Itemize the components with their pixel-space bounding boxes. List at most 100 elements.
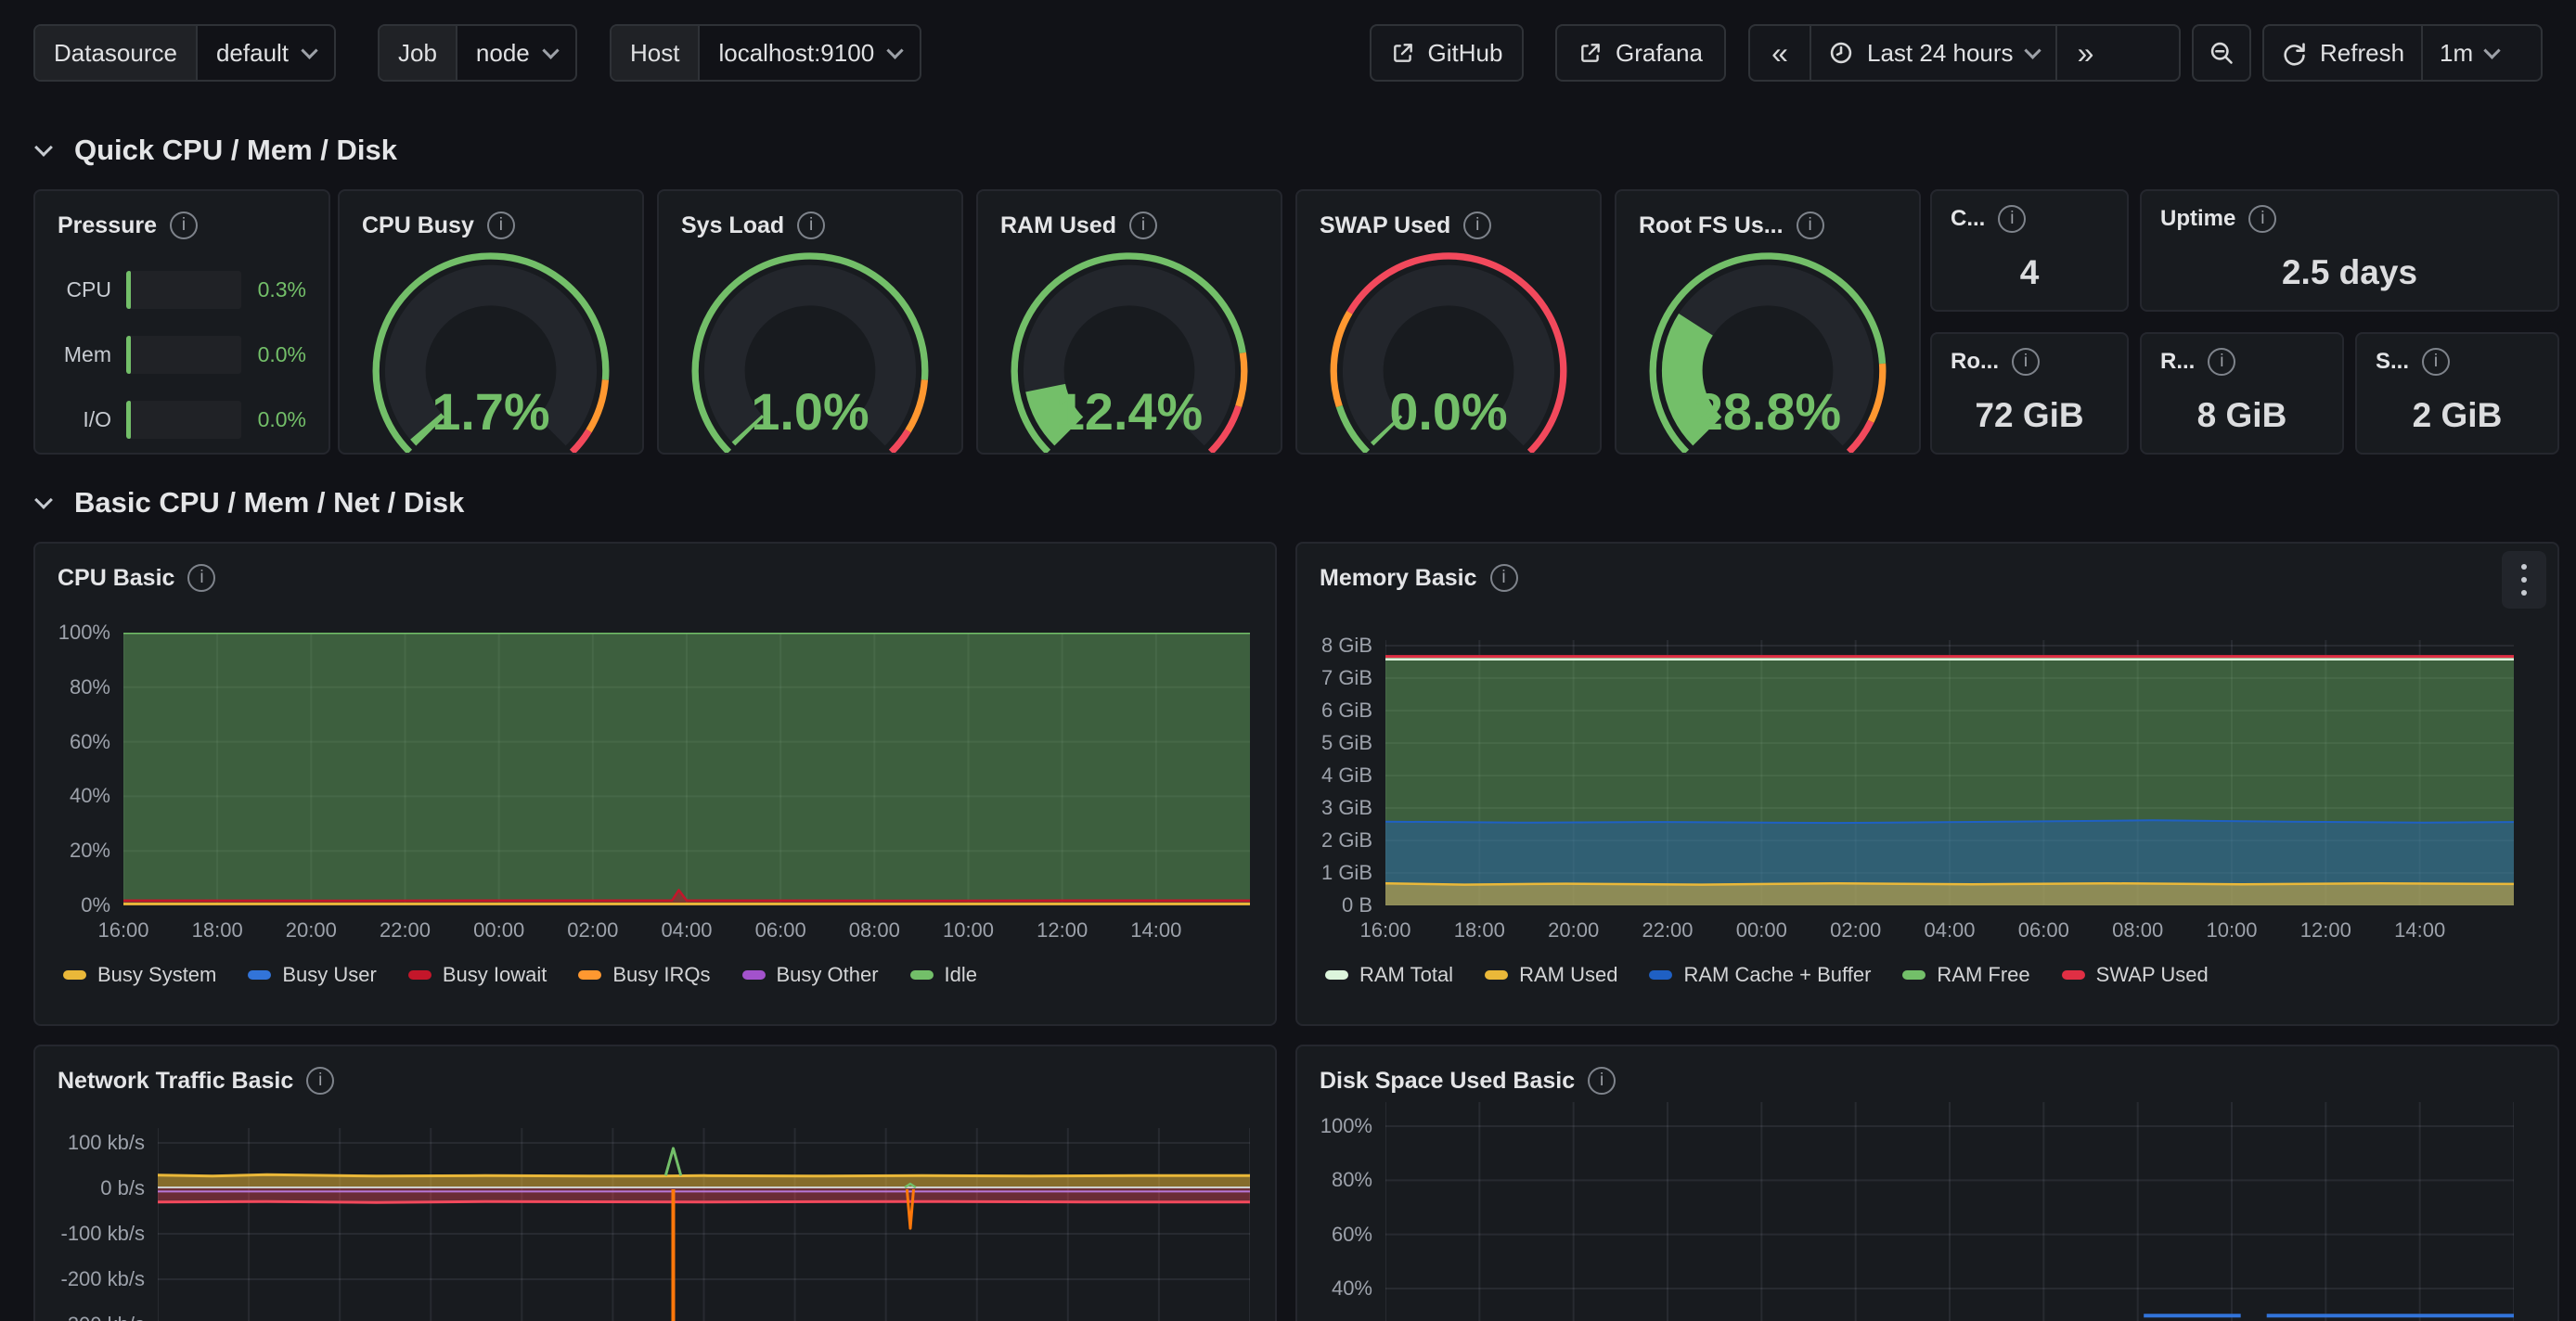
time-shift-back-button[interactable] (1750, 26, 1810, 80)
external-link-icon (1578, 41, 1603, 65)
time-shift-forward-button[interactable] (2055, 26, 2115, 80)
panel-title[interactable]: CPU Basic (58, 565, 174, 592)
legend-item[interactable]: Busy User (248, 963, 376, 987)
legend-item[interactable]: RAM Total (1325, 963, 1453, 987)
chart-canvas[interactable] (1385, 640, 2514, 905)
external-link-icon (1391, 41, 1415, 65)
panel-title[interactable]: Root FS Us... (1639, 212, 1784, 239)
legend-item[interactable]: RAM Free (1902, 963, 2029, 987)
info-icon[interactable] (487, 212, 515, 239)
zoom-out-button[interactable] (2192, 24, 2251, 82)
info-icon[interactable] (1588, 1067, 1616, 1095)
grafana-link-button[interactable]: Grafana (1555, 24, 1726, 82)
info-icon[interactable] (797, 212, 825, 239)
time-range-picker[interactable]: Last 24 hours (1810, 26, 2055, 80)
legend-label: Idle (945, 963, 977, 987)
panel-title[interactable]: Network Traffic Basic (58, 1068, 293, 1095)
datasource-select[interactable]: default (198, 26, 334, 80)
info-icon[interactable] (1463, 212, 1491, 239)
panel-cpu-basic: CPU Basic 0%20%40%60%80%100%16:0018:0020… (33, 542, 1277, 1026)
info-icon[interactable] (306, 1067, 334, 1095)
section-row-basic[interactable]: Basic CPU / Mem / Net / Disk (37, 482, 464, 523)
gauge-arc: 1.0% (679, 240, 941, 455)
panel-title[interactable]: SWAP Used (1320, 212, 1450, 239)
info-icon[interactable] (170, 212, 198, 239)
panel-title[interactable]: RAM Used (1000, 212, 1116, 239)
info-icon[interactable] (2422, 348, 2450, 376)
github-link-button[interactable]: GitHub (1370, 24, 1524, 82)
info-icon[interactable] (2208, 348, 2235, 376)
panel-title[interactable]: Uptime (2160, 206, 2235, 232)
panel-cpu-busy: CPU Busy 1.7% (338, 189, 644, 455)
panel-title[interactable]: Memory Basic (1320, 565, 1477, 592)
y-axis-tick-label: 1 GiB (1321, 861, 1372, 885)
pressure-row-mem: Mem 0.0% (54, 336, 310, 374)
gauge-value: 28.8% (1694, 381, 1841, 440)
legend-item[interactable]: Idle (910, 963, 977, 987)
x-axis-tick-label: 14:00 (1130, 918, 1181, 943)
legend-label: RAM Free (1937, 963, 2029, 987)
host-select[interactable]: localhost:9100 (700, 26, 920, 80)
y-axis-tick-label: -100 kb/s (61, 1222, 146, 1246)
x-axis-tick-label: 06:00 (755, 918, 806, 943)
refresh-group: Refresh 1m (2262, 24, 2543, 82)
refresh-interval-select[interactable]: 1m (2421, 26, 2515, 80)
x-axis-tick-label: 10:00 (943, 918, 994, 943)
chart-canvas[interactable] (158, 1128, 1250, 1321)
legend-item[interactable]: SWAP Used (2062, 963, 2209, 987)
panel-sys-load: Sys Load 1.0% (657, 189, 963, 455)
legend-label: Busy Iowait (443, 963, 547, 987)
legend-item[interactable]: Busy System (63, 963, 216, 987)
panel-title[interactable]: CPU Busy (362, 212, 474, 239)
time-range-label: Last 24 hours (1867, 39, 2014, 68)
section-title: Quick CPU / Mem / Disk (74, 134, 397, 167)
panel-title[interactable]: Disk Space Used Basic (1320, 1068, 1575, 1095)
job-select[interactable]: node (457, 26, 575, 80)
panel-title[interactable]: Ro... (1951, 349, 1999, 375)
refresh-button[interactable]: Refresh (2264, 26, 2421, 80)
x-axis-tick-label: 04:00 (661, 918, 712, 943)
y-axis-tick-label: 80% (1332, 1168, 1372, 1192)
legend-item[interactable]: Busy IRQs (578, 963, 710, 987)
info-icon[interactable] (2012, 348, 2040, 376)
legend-item[interactable]: Busy Other (742, 963, 879, 987)
gauge-arc: 0.0% (1318, 240, 1579, 455)
panel-title[interactable]: Sys Load (681, 212, 784, 239)
chart-canvas[interactable] (1385, 1102, 2514, 1321)
gauge-value: 12.4% (1056, 381, 1203, 440)
panel-title[interactable]: R... (2160, 349, 2195, 375)
panel-menu-kebab-icon[interactable] (2502, 551, 2546, 609)
pressure-bar-gauge (126, 271, 241, 309)
info-icon[interactable] (2248, 205, 2276, 233)
refresh-interval-value: 1m (2440, 39, 2473, 68)
legend-item[interactable]: RAM Cache + Buffer (1649, 963, 1871, 987)
chart-canvas[interactable] (123, 633, 1250, 905)
legend-item[interactable]: Busy Iowait (408, 963, 547, 987)
legend-label: RAM Used (1519, 963, 1617, 987)
panel-title[interactable]: Pressure (58, 212, 157, 239)
panel-title[interactable]: C... (1951, 206, 1985, 232)
x-axis-tick-label: 14:00 (2394, 918, 2445, 943)
info-icon[interactable] (1129, 212, 1157, 239)
y-axis-tick-label: 40% (70, 784, 110, 808)
pressure-label: Mem (54, 342, 126, 367)
info-icon[interactable] (1797, 212, 1824, 239)
legend-swatch (1902, 970, 1926, 980)
legend-label: SWAP Used (2096, 963, 2209, 987)
variable-label: Host (612, 26, 700, 80)
chevron-down-icon (34, 491, 53, 509)
section-row-quick[interactable]: Quick CPU / Mem / Disk (37, 130, 397, 171)
x-axis-tick-label: 16:00 (1359, 918, 1410, 943)
info-icon[interactable] (187, 564, 215, 592)
grafana-label: Grafana (1616, 39, 1703, 68)
legend-item[interactable]: RAM Used (1485, 963, 1617, 987)
info-icon[interactable] (1490, 564, 1518, 592)
y-axis-tick-label: 60% (1332, 1223, 1372, 1247)
x-axis-tick-label: 08:00 (849, 918, 900, 943)
dashboard-toolbar: Datasource default Job node Host localho… (0, 0, 2576, 102)
panel-title[interactable]: S... (2376, 349, 2409, 375)
panel-disk-space-used-basic: Disk Space Used Basic 100%80%60%40% (1295, 1045, 2559, 1321)
y-axis-tick-label: 4 GiB (1321, 763, 1372, 788)
legend-label: RAM Total (1359, 963, 1453, 987)
info-icon[interactable] (1998, 205, 2026, 233)
